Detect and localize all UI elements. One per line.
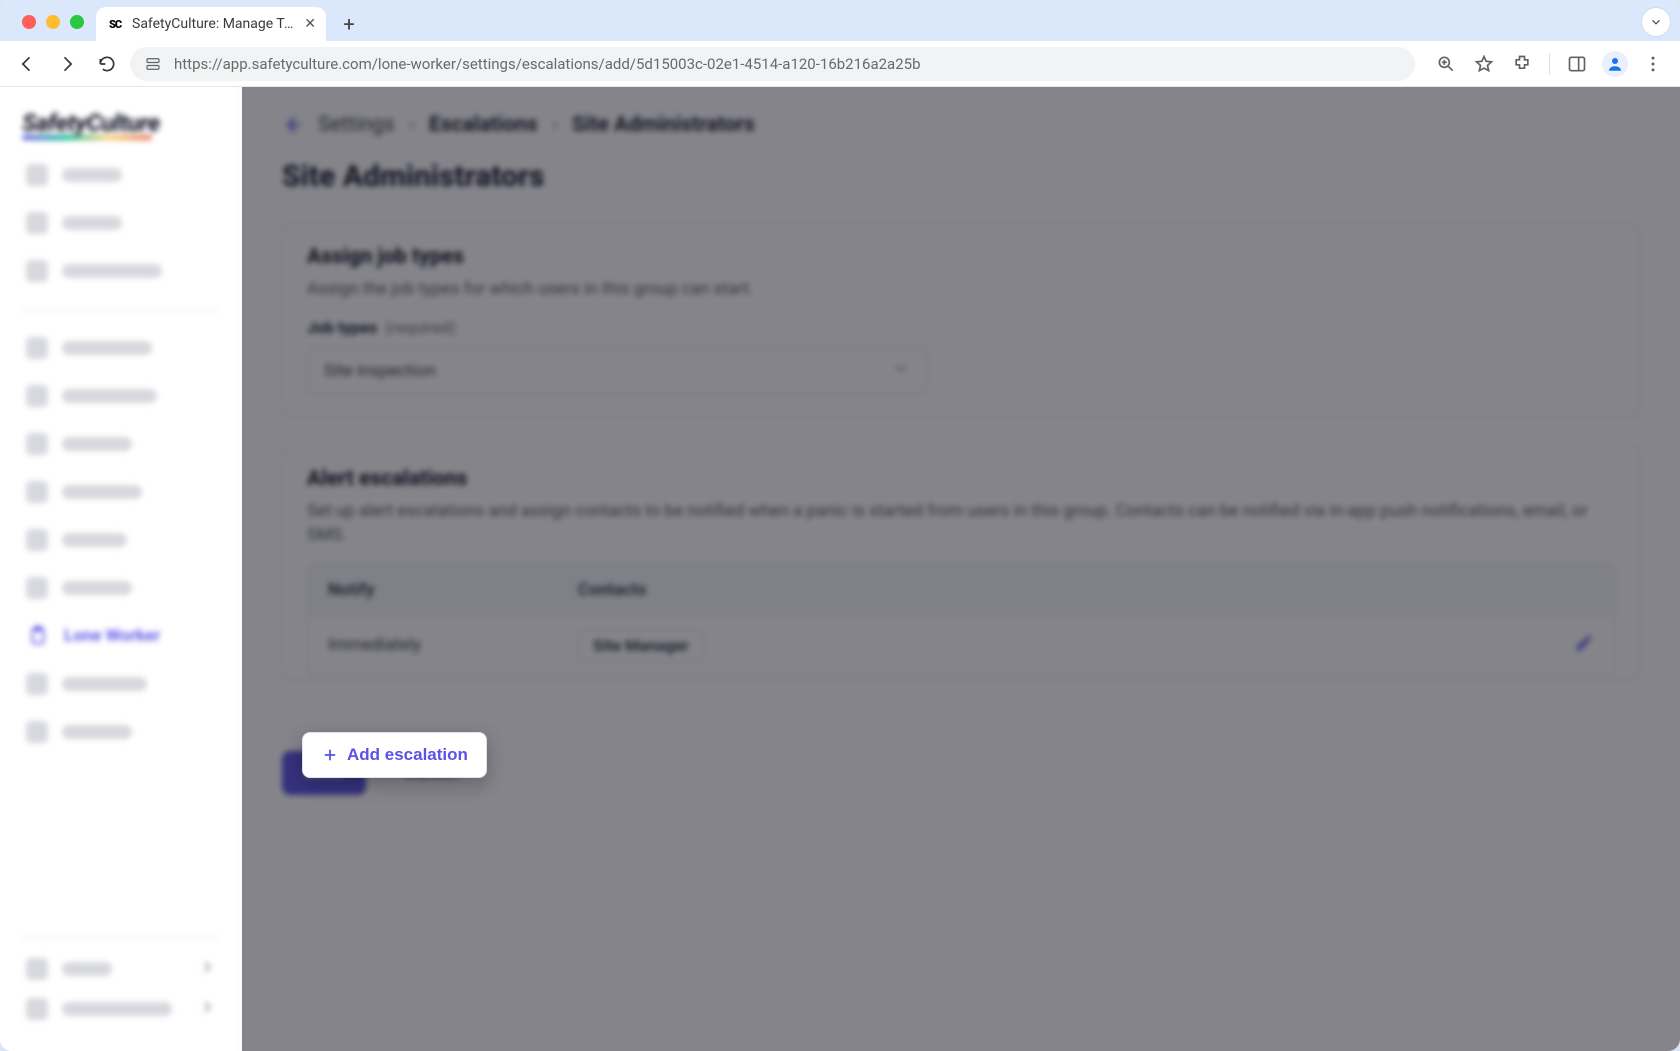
bookmark-button[interactable] xyxy=(1467,47,1501,81)
reload-icon xyxy=(97,54,117,74)
sidebar-item-placeholder[interactable] xyxy=(16,568,225,608)
add-escalation-button[interactable]: Add escalation xyxy=(302,732,487,778)
breadcrumb-escalations[interactable]: Escalations xyxy=(429,113,538,137)
browser-address-bar: https://app.safetyculture.com/lone-worke… xyxy=(0,41,1680,87)
nav-forward-button[interactable] xyxy=(50,47,84,81)
breadcrumb: Settings › Escalations › Site Administra… xyxy=(282,113,1640,137)
window-close-button[interactable] xyxy=(22,15,36,29)
sidebar-item-placeholder[interactable] xyxy=(16,712,225,752)
sidebar-divider xyxy=(20,938,221,939)
pencil-icon xyxy=(1574,633,1594,653)
card-heading: Assign job types xyxy=(307,245,1615,269)
sidebar-item-placeholder[interactable] xyxy=(16,203,225,243)
brand-logo: SafetyCulture xyxy=(16,109,225,137)
field-label-text: Job types xyxy=(307,318,377,337)
site-info-icon[interactable] xyxy=(142,53,164,75)
card-description: Assign the job types for which users in … xyxy=(307,277,1615,302)
arrow-right-icon xyxy=(57,54,77,74)
browser-tab-strip: SC SafetyCulture: Manage Teams and... ✕ … xyxy=(0,0,1680,41)
select-value: Site inspection xyxy=(324,361,436,381)
add-escalation-label: Add escalation xyxy=(347,745,468,765)
assign-job-types-card: Assign job types Assign the job types fo… xyxy=(282,222,1640,418)
window-zoom-button[interactable] xyxy=(70,15,84,29)
toolbar-separator xyxy=(1549,53,1550,75)
profile-button[interactable] xyxy=(1598,47,1632,81)
new-tab-button[interactable]: + xyxy=(334,9,364,39)
url-text: https://app.safetyculture.com/lone-worke… xyxy=(174,55,1403,73)
card-heading: Alert escalations xyxy=(307,467,1615,491)
table-header: Notify Contacts xyxy=(308,565,1614,615)
sidebar-item-placeholder[interactable] xyxy=(16,376,225,416)
sidebar-item-label: Lone Worker xyxy=(64,626,160,646)
url-input[interactable]: https://app.safetyculture.com/lone-worke… xyxy=(130,47,1415,81)
sidebar-item-lone-worker[interactable]: Lone Worker xyxy=(16,616,225,656)
table-row: Immediately Site Manager xyxy=(308,615,1614,675)
tab-favicon-icon: SC xyxy=(106,15,124,33)
chevron-down-icon xyxy=(892,359,910,382)
sidebar-item-placeholder[interactable] xyxy=(16,664,225,704)
plus-icon xyxy=(321,746,339,764)
page-title: Site Administrators xyxy=(282,159,1640,194)
app-sidebar: SafetyCulture Lone Worker xyxy=(0,87,242,1051)
window-traffic-lights xyxy=(10,15,96,41)
sidebar-item-placeholder[interactable] xyxy=(16,424,225,464)
arrow-left-icon xyxy=(17,54,37,74)
sidebar-item-expandable[interactable] xyxy=(16,989,225,1029)
tab-title: SafetyCulture: Manage Teams and... xyxy=(132,16,296,32)
breadcrumb-back-button[interactable] xyxy=(282,114,304,136)
browser-menu-button[interactable] xyxy=(1636,47,1670,81)
sidebar-item-expandable[interactable] xyxy=(16,949,225,989)
col-notify: Notify xyxy=(328,580,578,600)
tab-close-icon[interactable]: ✕ xyxy=(304,16,316,32)
extensions-button[interactable] xyxy=(1505,47,1539,81)
arrow-left-icon xyxy=(282,114,304,136)
nav-back-button[interactable] xyxy=(10,47,44,81)
sidebar-item-placeholder[interactable] xyxy=(16,328,225,368)
clipboard-icon xyxy=(26,624,50,648)
chevron-right-icon: › xyxy=(409,113,415,137)
breadcrumb-settings[interactable]: Settings xyxy=(318,113,395,137)
tabs-dropdown-button[interactable] xyxy=(1642,8,1670,36)
browser-tab-active[interactable]: SC SafetyCulture: Manage Teams and... ✕ xyxy=(96,7,326,41)
sidebar-item-placeholder[interactable] xyxy=(16,520,225,560)
field-required-text: (required) xyxy=(385,318,455,337)
nav-reload-button[interactable] xyxy=(90,47,124,81)
zoom-indicator-icon[interactable] xyxy=(1429,47,1463,81)
escalations-table: Notify Contacts Immediately Site Manager xyxy=(307,564,1615,676)
card-description: Set up alert escalations and assign cont… xyxy=(307,499,1615,548)
sidebar-item-placeholder[interactable] xyxy=(16,472,225,512)
window-minimize-button[interactable] xyxy=(46,15,60,29)
alert-escalations-card: Alert escalations Set up alert escalatio… xyxy=(282,444,1640,681)
job-types-label: Job types (required) xyxy=(307,318,1615,337)
chevron-down-icon xyxy=(1649,15,1663,29)
cell-notify: Immediately xyxy=(328,635,578,655)
chevron-right-icon xyxy=(199,999,215,1019)
edit-row-button[interactable] xyxy=(1574,633,1594,658)
job-types-select[interactable]: Site inspection xyxy=(307,347,927,395)
sidebar-item-placeholder[interactable] xyxy=(16,155,225,195)
main-content: Settings › Escalations › Site Administra… xyxy=(242,87,1680,1051)
sidebar-divider xyxy=(20,309,221,310)
person-icon xyxy=(1606,55,1624,73)
chevron-right-icon xyxy=(199,959,215,979)
breadcrumb-current: Site Administrators xyxy=(572,113,755,137)
col-contacts: Contacts xyxy=(578,580,1534,600)
sidebar-item-placeholder[interactable] xyxy=(16,251,225,291)
contact-chip[interactable]: Site Manager xyxy=(578,629,704,662)
side-panel-button[interactable] xyxy=(1560,47,1594,81)
chevron-right-icon: › xyxy=(552,113,558,137)
